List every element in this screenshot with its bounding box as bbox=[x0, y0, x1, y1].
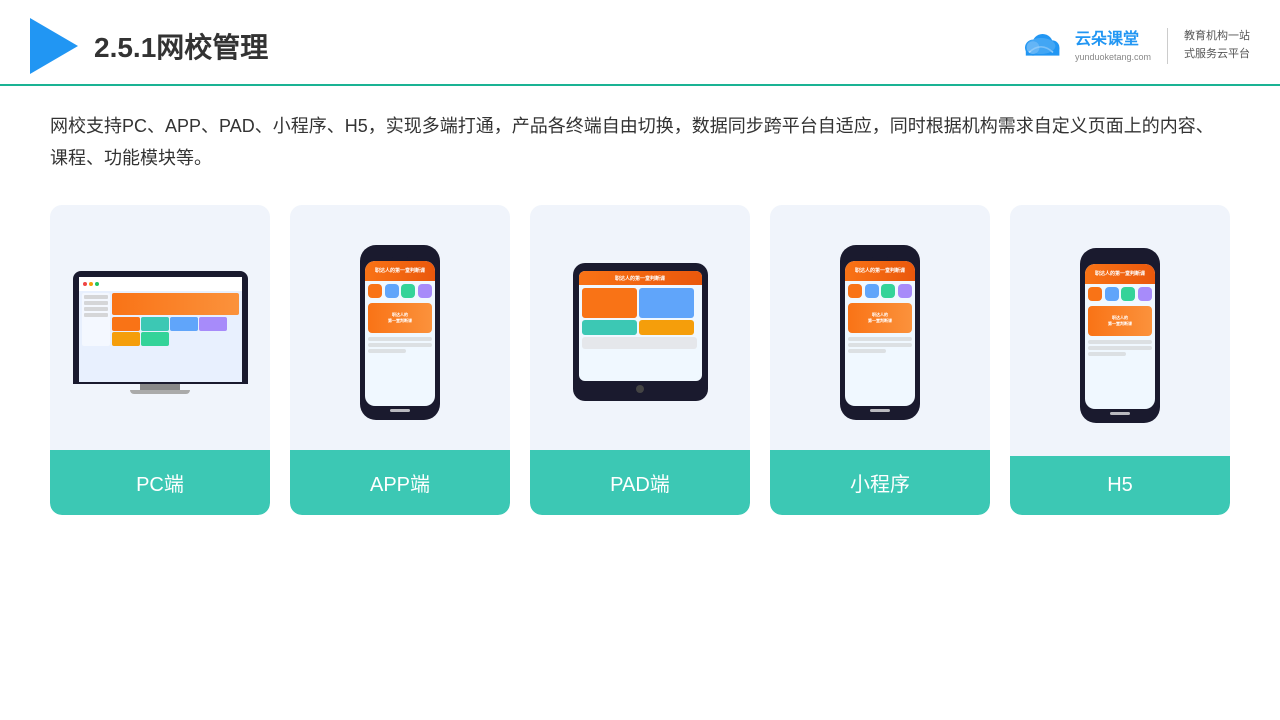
pc-image-area bbox=[50, 205, 270, 450]
pc-label: PC端 bbox=[50, 450, 270, 515]
cards-row: PC端 职达人的第一堂判断课 bbox=[50, 205, 1230, 515]
description-text: 网校支持PC、APP、PAD、小程序、H5，实现多端打通，产品各终端自由切换，数… bbox=[50, 110, 1230, 175]
header: 2.5.1网校管理 云朵课堂 yunduoketang.com 教育机构一站 bbox=[0, 0, 1280, 86]
h5-label: H5 bbox=[1010, 456, 1230, 515]
app-phone-screen: 职达人的第一堂判断课 职达人的第一堂判断课 bbox=[365, 261, 435, 406]
h5-card: 职达人的第一堂判断课 职达人的第一堂判断课 bbox=[1010, 205, 1230, 515]
pc-main-area bbox=[79, 293, 242, 346]
pc-mockup bbox=[73, 271, 248, 394]
miniprogram-phone-screen: 职达人的第一堂判断课 职达人的第一堂判断课 bbox=[845, 261, 915, 406]
h5-home-bar bbox=[1110, 412, 1130, 415]
miniprogram-home-bar bbox=[870, 409, 890, 412]
logo-main-text: 云朵课堂 bbox=[1075, 29, 1151, 51]
pad-home-dot bbox=[636, 385, 644, 393]
app-home-bar bbox=[390, 409, 410, 412]
pad-screen: 职达人的第一堂判断课 bbox=[579, 271, 702, 381]
pc-card: PC端 bbox=[50, 205, 270, 515]
pad-label: PAD端 bbox=[530, 450, 750, 515]
pc-dot-yellow bbox=[89, 282, 93, 286]
pc-dot-green bbox=[95, 282, 99, 286]
pc-banner bbox=[112, 293, 239, 315]
logo-slogan: 教育机构一站 式服务云平台 bbox=[1184, 28, 1250, 63]
brand-logo bbox=[1017, 30, 1065, 62]
play-icon bbox=[30, 18, 78, 74]
miniprogram-image-area: 职达人的第一堂判断课 职达人的第一堂判断课 bbox=[770, 205, 990, 450]
h5-image-area: 职达人的第一堂判断课 职达人的第一堂判断课 bbox=[1010, 205, 1230, 456]
app-phone-topbar: 职达人的第一堂判断课 bbox=[365, 261, 435, 281]
app-phone-notch bbox=[390, 253, 410, 258]
header-left: 2.5.1网校管理 bbox=[30, 18, 268, 74]
miniprogram-phone-notch bbox=[870, 253, 890, 258]
pc-body bbox=[112, 293, 239, 346]
pc-base bbox=[130, 390, 190, 394]
h5-phone-notch bbox=[1110, 256, 1130, 261]
pc-screen bbox=[79, 277, 242, 382]
h5-topbar: 职达人的第一堂判断课 bbox=[1085, 264, 1155, 284]
pad-mockup: 职达人的第一堂判断课 bbox=[573, 263, 708, 401]
pad-image-area: 职达人的第一堂判断课 bbox=[530, 205, 750, 450]
pc-sidebar bbox=[82, 293, 110, 346]
pc-stand bbox=[140, 384, 180, 390]
app-card: 职达人的第一堂判断课 职达人的第一堂判断课 bbox=[290, 205, 510, 515]
pc-topbar bbox=[79, 277, 242, 291]
app-phone-outer: 职达人的第一堂判断课 职达人的第一堂判断课 bbox=[360, 245, 440, 420]
cloud-icon bbox=[1017, 30, 1065, 62]
logo-domain: yunduoketang.com bbox=[1075, 51, 1151, 64]
pc-screen-outer bbox=[73, 271, 248, 384]
pad-topbar: 职达人的第一堂判断课 bbox=[579, 271, 702, 285]
h5-phone-mockup: 职达人的第一堂判断课 职达人的第一堂判断课 bbox=[1080, 248, 1160, 423]
header-right: 云朵课堂 yunduoketang.com 教育机构一站 式服务云平台 bbox=[1017, 28, 1250, 64]
miniprogram-label: 小程序 bbox=[770, 450, 990, 515]
app-label: APP端 bbox=[290, 450, 510, 515]
h5-phone-outer: 职达人的第一堂判断课 职达人的第一堂判断课 bbox=[1080, 248, 1160, 423]
app-phone-mockup: 职达人的第一堂判断课 职达人的第一堂判断课 bbox=[360, 245, 440, 420]
h5-phone-screen: 职达人的第一堂判断课 职达人的第一堂判断课 bbox=[1085, 264, 1155, 409]
miniprogram-phone-outer: 职达人的第一堂判断课 职达人的第一堂判断课 bbox=[840, 245, 920, 420]
miniprogram-card: 职达人的第一堂判断课 职达人的第一堂判断课 bbox=[770, 205, 990, 515]
pc-grid bbox=[112, 317, 239, 346]
main-content: 网校支持PC、APP、PAD、小程序、H5，实现多端打通，产品各终端自由切换，数… bbox=[0, 86, 1280, 535]
app-image-area: 职达人的第一堂判断课 职达人的第一堂判断课 bbox=[290, 205, 510, 450]
logo-text: 云朵课堂 yunduoketang.com bbox=[1075, 29, 1151, 64]
pad-card: 职达人的第一堂判断课 bbox=[530, 205, 750, 515]
pad-outer: 职达人的第一堂判断课 bbox=[573, 263, 708, 401]
miniprogram-topbar: 职达人的第一堂判断课 bbox=[845, 261, 915, 281]
miniprogram-phone-mockup: 职达人的第一堂判断课 职达人的第一堂判断课 bbox=[840, 245, 920, 420]
logo-divider bbox=[1167, 28, 1168, 64]
page-title: 2.5.1网校管理 bbox=[94, 26, 268, 66]
pc-dot-red bbox=[83, 282, 87, 286]
